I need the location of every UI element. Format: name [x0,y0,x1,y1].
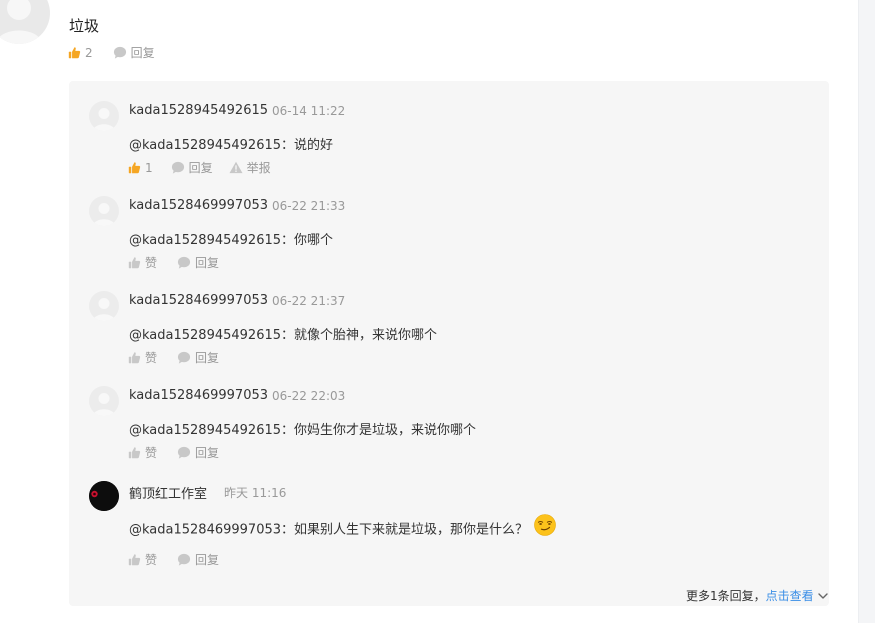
page-scrollbar-rail [858,0,875,623]
reply-username[interactable]: kada1528469997053 [129,198,268,213]
reply-label: 回复 [195,553,220,567]
comment-actions: 2 回复 [68,44,155,61]
like-count: 1 [145,160,153,175]
reply-button[interactable]: 回复 [177,254,219,271]
reply-username[interactable]: kada1528469997053 [129,388,268,403]
like-label: 赞 [145,256,158,270]
reply-text: @kada1528945492615：你妈生你才是垃圾，来说你哪个 [129,423,477,438]
thumbs-up-icon [128,162,141,174]
smirk-emoji-icon [534,514,556,540]
like-button[interactable]: 赞 [128,349,157,366]
comment-bubble-icon [171,161,184,174]
reply-label: 回复 [195,446,220,460]
chevron-down-icon[interactable] [817,589,828,603]
like-label: 赞 [145,553,158,567]
reply-text: @kada1528945492615：说的好 [129,138,334,153]
reply-avatar[interactable] [89,196,119,226]
default-user-icon [0,0,42,44]
reply-text: @kada1528945492615：就像个胎神，来说你哪个 [129,328,438,343]
thumbs-up-icon [128,257,141,269]
reply-button[interactable]: 回复 [113,44,155,61]
view-more-link[interactable]: 点击查看 [766,587,814,604]
reply-label: 回复 [195,351,220,365]
reply-text: @kada1528469997053：如果别人生下来就是垃圾，那你是什么？ [129,522,529,538]
reply-username[interactable]: kada1528469997053 [129,293,268,308]
reply-avatar[interactable] [89,291,119,321]
reply-actions: 赞 回复 [128,551,219,568]
reply-text: @kada1528945492615：你哪个 [129,233,334,248]
reply-label: 回复 [130,46,155,60]
reply-time: 06-22 21:33 [272,199,346,213]
thumbs-up-icon [128,447,141,459]
default-user-icon [93,393,115,416]
reply-text-row: @kada1528469997053：如果别人生下来就是垃圾，那你是什么？ [129,514,556,543]
reply-username[interactable]: 鹤顶红工作室 [129,483,207,502]
reply-label: 回复 [188,161,213,175]
like-count: 2 [85,45,93,60]
comment-bubble-icon [177,553,191,566]
reply-button[interactable]: 回复 [177,444,219,461]
comment-bubble-icon [177,446,191,459]
comment-bubble-icon [113,46,126,59]
default-user-icon [93,298,115,321]
reply-avatar[interactable] [89,481,119,511]
reply-button[interactable]: 回复 [177,551,219,568]
replies-panel: kada1528945492615 06-14 11:22 @kada15289… [69,81,829,606]
reply-time: 06-14 11:22 [272,104,346,118]
user-avatar[interactable] [0,0,50,44]
comment-bubble-icon [177,351,191,364]
reply-time: 06-22 21:37 [272,294,346,308]
reply-button[interactable]: 回复 [171,159,213,176]
reply-actions: 赞 回复 [128,444,219,461]
default-user-icon [93,108,115,131]
thumbs-up-icon [128,352,141,364]
reply-avatar[interactable] [89,386,119,416]
reply-actions: 1 回复 举报 [128,159,271,176]
warning-icon [229,161,243,174]
like-button[interactable]: 2 [68,46,93,60]
thumbs-up-icon [128,554,141,566]
reply-avatar[interactable] [89,101,119,131]
comment-bubble-icon [177,256,191,269]
more-replies: 更多1条回复， 点击查看 [686,587,828,604]
more-replies-text: 更多1条回复， [686,589,766,603]
thumbs-up-icon [68,47,81,59]
like-button[interactable]: 1 [128,161,153,175]
report-label: 举报 [246,161,271,175]
default-user-icon [93,203,115,226]
reply-button[interactable]: 回复 [177,349,219,366]
reply-label: 回复 [195,256,220,270]
reply-actions: 赞 回复 [128,254,219,271]
like-label: 赞 [145,446,158,460]
reply-time: 06-22 22:03 [272,389,346,403]
studio-logo-icon [89,481,119,511]
like-button[interactable]: 赞 [128,551,157,568]
comment-text: 垃圾 [69,17,100,35]
like-button[interactable]: 赞 [128,254,157,271]
reply-actions: 赞 回复 [128,349,219,366]
like-button[interactable]: 赞 [128,444,157,461]
report-button[interactable]: 举报 [229,159,271,176]
like-label: 赞 [145,351,158,365]
reply-time: 昨天 11:16 [224,486,287,500]
reply-username[interactable]: kada1528945492615 [129,103,268,118]
